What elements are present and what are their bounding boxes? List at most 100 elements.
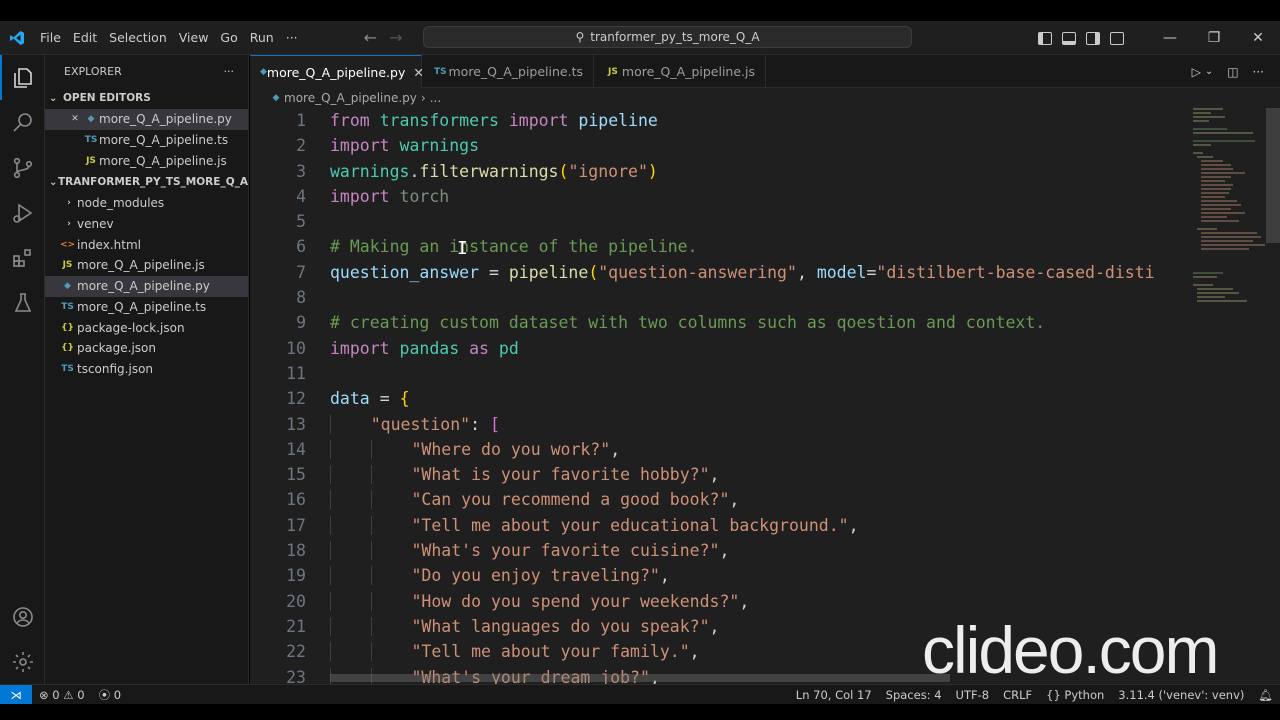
json-file-icon: {} [61, 343, 74, 354]
tree-item-label: more_Q_A_pipeline.py [77, 279, 210, 294]
back-arrow-icon[interactable]: ← [364, 28, 377, 47]
ports-count: 0 [113, 687, 122, 702]
run-python-file-icon[interactable]: ▷ [1192, 65, 1201, 79]
command-center[interactable]: ⚲ tranformer_py_ts_more_Q_A [423, 26, 912, 48]
breadcrumb: ◆ more_Q_A_pipeline.py › ... [250, 88, 1280, 108]
search-icon[interactable] [0, 100, 45, 145]
breadcrumb-symbol[interactable]: ... [430, 91, 441, 105]
explorer-more-icon[interactable]: ··· [224, 65, 235, 78]
explorer-icon[interactable] [0, 55, 45, 100]
open-editor-label: more_Q_A_pipeline.py [99, 112, 232, 127]
tree-item-label: more_Q_A_pipeline.js [77, 258, 205, 273]
code-line: 20 "How do you spend your weekends?", [250, 589, 1180, 614]
text-cursor-icon: I [457, 238, 468, 259]
menu-bar: File Edit Selection View Go Run ··· [34, 21, 304, 55]
toggle-panel-icon[interactable] [1062, 31, 1076, 45]
language-mode[interactable]: {} Python [1039, 688, 1111, 702]
code-line: 5 [250, 209, 1180, 234]
end-of-line[interactable]: CRLF [996, 688, 1039, 702]
menu-view[interactable]: View [173, 21, 215, 55]
restore-icon[interactable]: ❐ [1192, 30, 1236, 46]
cursor-position[interactable]: Ln 70, Col 17 [789, 688, 879, 702]
forward-arrow-icon[interactable]: → [389, 28, 402, 47]
open-editors-section[interactable]: ⌄ OPEN EDITORS [45, 87, 248, 109]
notifications-bell-icon[interactable]: 🔔︎ [1251, 688, 1280, 702]
javascript-file-icon: JS [86, 155, 96, 166]
vertical-scrollbar[interactable] [1266, 108, 1280, 243]
split-editor-icon[interactable]: ◫ [1227, 65, 1238, 79]
tree-file-ts[interactable]: TS more_Q_A_pipeline.ts [45, 297, 248, 318]
code-text: "Tell me about your educational backgrou… [306, 513, 859, 538]
horizontal-scrollbar[interactable] [330, 674, 950, 682]
braces-icon: {} [1046, 688, 1061, 702]
chevron-right-icon: › [67, 198, 71, 209]
source-control-icon[interactable] [0, 145, 45, 190]
problems-indicator[interactable]: ⊗ 0 ⚠ 0 [32, 688, 92, 702]
open-editor-item[interactable]: TS more_Q_A_pipeline.ts [45, 130, 248, 151]
close-editor-icon[interactable]: ✕ [67, 114, 83, 124]
tab-more-q-a-pipeline-py[interactable]: ◆ more_Q_A_pipeline.py ✕ [250, 55, 424, 88]
menu-run[interactable]: Run [244, 21, 280, 55]
open-editor-label: more_Q_A_pipeline.js [99, 153, 227, 168]
tree-file-js[interactable]: JS more_Q_A_pipeline.js [45, 255, 248, 276]
run-debug-icon[interactable] [0, 190, 45, 235]
javascript-file-icon: JS [608, 66, 618, 77]
code-text: "How do you spend your weekends?", [306, 589, 749, 614]
breadcrumb-file[interactable]: more_Q_A_pipeline.py [284, 91, 417, 105]
open-editor-item[interactable]: JS more_Q_A_pipeline.js [45, 150, 248, 171]
line-number: 8 [296, 288, 306, 308]
tree-file-package[interactable]: {} package.json [45, 338, 248, 359]
menu-more[interactable]: ··· [280, 21, 304, 55]
line-number: 15 [286, 465, 306, 485]
tree-item-label: package-lock.json [77, 320, 185, 335]
indentation[interactable]: Spaces: 4 [879, 688, 949, 702]
code-text: "What's your favorite cuisine?", [306, 538, 729, 563]
tree-folder-venev[interactable]: › venev [45, 214, 248, 235]
code-line: 12 data = { [250, 386, 1180, 411]
command-center-text: tranformer_py_ts_more_Q_A [590, 30, 760, 44]
tsconfig-file-icon: TS [61, 363, 74, 374]
tree-file-package-lock[interactable]: {} package-lock.json [45, 317, 248, 338]
code-text: "What languages do you speak?", [306, 614, 719, 639]
open-editors-label: OPEN EDITORS [63, 92, 151, 104]
run-dropdown-chevron-icon[interactable]: ⌄ [1205, 66, 1213, 77]
open-editor-item[interactable]: ✕ ◆ more_Q_A_pipeline.py [45, 109, 248, 130]
menu-go[interactable]: Go [214, 21, 243, 55]
toggle-secondary-sidebar-icon[interactable] [1086, 31, 1100, 45]
extensions-icon[interactable] [0, 235, 45, 280]
code-text: "Tell me about your family.", [306, 639, 700, 664]
tree-file-py[interactable]: ◆ more_Q_A_pipeline.py [45, 275, 248, 297]
tree-file-index-html[interactable]: <> index.html [45, 234, 248, 255]
tab-more-q-a-pipeline-ts[interactable]: TS more_Q_A_pipeline.ts [422, 55, 594, 88]
menu-selection[interactable]: Selection [103, 21, 173, 55]
tree-file-tsconfig[interactable]: TS tsconfig.json [45, 359, 248, 380]
editor-actions: ▷ ⌄ ◫ ··· [1192, 55, 1280, 88]
code-editor[interactable]: 1 from transformers import pipeline 2 impo… [250, 108, 1180, 684]
more-actions-icon[interactable]: ··· [1253, 65, 1264, 79]
testing-icon[interactable] [0, 280, 45, 325]
tab-more-q-a-pipeline-js[interactable]: JS more_Q_A_pipeline.js [594, 55, 766, 88]
ports-indicator[interactable]: ⦿ 0 [92, 687, 128, 703]
encoding[interactable]: UTF-8 [949, 688, 997, 702]
python-interpreter[interactable]: 3.11.4 ('venev': venv) [1111, 688, 1251, 702]
customize-layout-icon[interactable] [1110, 31, 1124, 45]
minimize-icon[interactable]: — [1148, 30, 1192, 46]
menu-edit[interactable]: Edit [67, 21, 103, 55]
workspace-folder-label: TRANFORMER_PY_TS_MORE_Q_A [57, 176, 248, 189]
remote-indicator-icon[interactable]: ⋊ [0, 684, 32, 705]
open-editor-label: more_Q_A_pipeline.ts [99, 133, 229, 148]
account-icon[interactable] [0, 594, 45, 639]
line-number: 6 [296, 237, 306, 257]
toggle-primary-sidebar-icon[interactable] [1038, 31, 1052, 45]
javascript-file-icon: JS [62, 260, 73, 271]
line-number: 9 [296, 313, 306, 333]
code-line: 7 question_answer = pipeline("question-an… [250, 260, 1180, 285]
manage-gear-icon[interactable] [0, 639, 45, 684]
activity-bar [0, 55, 45, 684]
menu-file[interactable]: File [34, 21, 67, 55]
tree-folder-node-modules[interactable]: › node_modules [45, 193, 248, 214]
line-number: 11 [286, 363, 306, 383]
close-window-icon[interactable]: ✕ [1236, 30, 1280, 46]
workspace-folder-section[interactable]: ⌄ TRANFORMER_PY_TS_MORE_Q_A [45, 171, 248, 193]
